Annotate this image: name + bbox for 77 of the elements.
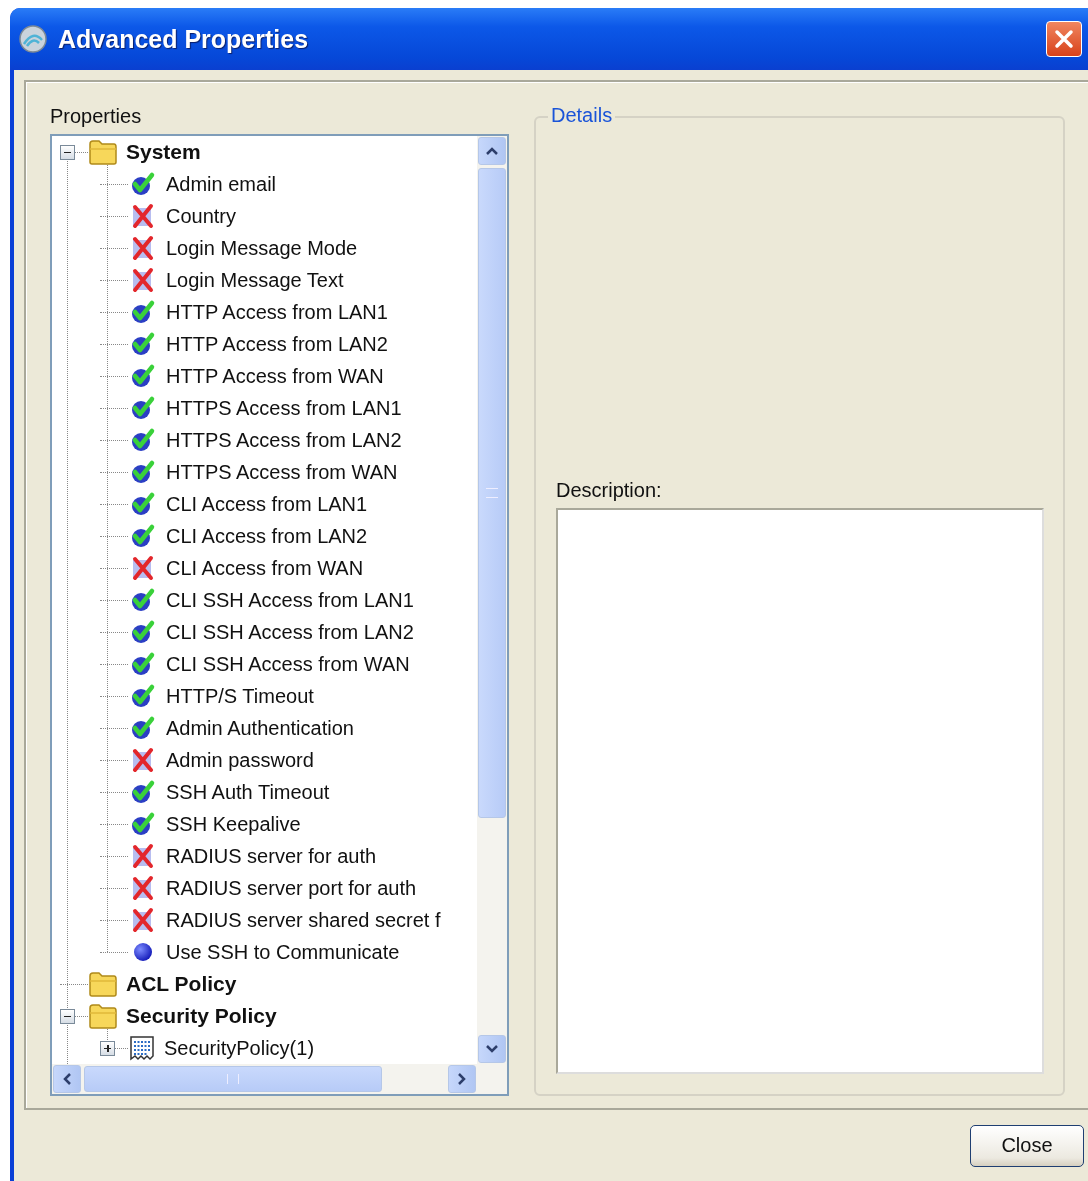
tree-item[interactable]: CLI SSH Access from WAN [166, 652, 410, 676]
description-field[interactable] [556, 508, 1044, 1074]
tree-item[interactable]: CLI Access from LAN2 [166, 524, 368, 548]
folder-icon [88, 971, 118, 997]
window-title: Advanced Properties [58, 24, 310, 54]
description-label: Description: [556, 478, 663, 503]
check-icon [130, 651, 156, 677]
cross-icon [130, 747, 156, 773]
app-logo-icon [18, 24, 48, 54]
tree-item[interactable]: Admin Authentication [166, 716, 354, 740]
check-icon [130, 779, 156, 805]
cross-icon [130, 267, 156, 293]
scroll-up-button[interactable] [478, 137, 506, 165]
tree-item[interactable]: HTTPS Access from LAN2 [166, 428, 402, 452]
cross-icon [130, 203, 156, 229]
tree-item[interactable]: SSH Keepalive [166, 812, 301, 836]
check-icon [130, 619, 156, 645]
tree-item[interactable]: CLI Access from WAN [166, 556, 364, 580]
check-icon [130, 331, 156, 357]
expand-toggle[interactable] [100, 1040, 115, 1056]
check-icon [130, 171, 156, 197]
tree-item[interactable]: SSH Auth Timeout [166, 780, 330, 804]
tree-item[interactable]: HTTP Access from LAN2 [166, 332, 388, 356]
tree-item[interactable]: RADIUS server port for auth [166, 876, 417, 900]
tree-item[interactable]: Use SSH to Communicate [166, 940, 400, 964]
caret-up-icon [484, 145, 500, 157]
check-icon [130, 459, 156, 485]
tree-item[interactable]: SecurityPolicy(1) [164, 1036, 315, 1060]
check-icon [130, 811, 156, 837]
check-icon [130, 523, 156, 549]
vertical-scrollbar[interactable] [477, 136, 507, 1064]
tree-item[interactable]: RADIUS server shared secret f [166, 908, 441, 932]
close-button[interactable]: Close [970, 1124, 1084, 1167]
cross-icon [130, 843, 156, 869]
collapse-toggle[interactable] [60, 144, 75, 160]
folder-label[interactable]: Security Policy [126, 1004, 277, 1028]
list-icon [128, 1035, 156, 1061]
tree-item[interactable]: Login Message Mode [166, 236, 358, 260]
folder-label[interactable]: ACL Policy [126, 972, 237, 996]
tree-item[interactable]: Login Message Text [166, 268, 344, 292]
check-icon [130, 395, 156, 421]
horizontal-scrollbar[interactable] [52, 1064, 507, 1094]
cross-icon [130, 235, 156, 261]
collapse-toggle[interactable] [60, 1008, 75, 1024]
caret-left-icon [61, 1071, 73, 1087]
tree-item[interactable]: CLI SSH Access from LAN1 [166, 588, 414, 612]
check-icon [130, 587, 156, 613]
folder-icon [88, 139, 118, 165]
check-icon [130, 715, 156, 741]
caret-right-icon [456, 1071, 468, 1087]
check-icon [130, 299, 156, 325]
properties-label: Properties [50, 104, 143, 129]
cross-icon [130, 555, 156, 581]
scroll-right-button[interactable] [448, 1065, 476, 1093]
tree-item[interactable]: CLI Access from LAN1 [166, 492, 368, 516]
tree-item[interactable]: Admin password [166, 748, 314, 772]
folder-label[interactable]: System [126, 140, 201, 164]
tree-item[interactable]: HTTP Access from WAN [166, 364, 384, 388]
tree-item[interactable]: HTTP/S Timeout [166, 684, 314, 708]
check-icon [130, 427, 156, 453]
scroll-down-button[interactable] [478, 1035, 506, 1063]
folder-icon [88, 1003, 118, 1029]
tree-item[interactable]: HTTPS Access from WAN [166, 460, 398, 484]
tree-item[interactable]: HTTPS Access from LAN1 [166, 396, 402, 420]
check-icon [130, 363, 156, 389]
tree-item[interactable]: HTTP Access from LAN1 [166, 300, 388, 324]
caret-down-icon [484, 1043, 500, 1055]
cross-icon [130, 875, 156, 901]
close-icon[interactable] [1046, 21, 1082, 57]
tree-item[interactable]: Admin email [166, 172, 277, 196]
scroll-left-button[interactable] [53, 1065, 81, 1093]
tree-item[interactable]: CLI SSH Access from LAN2 [166, 620, 414, 644]
check-icon [130, 683, 156, 709]
tree-item[interactable]: Country [166, 204, 237, 228]
tree-item[interactable]: RADIUS server for auth [166, 844, 377, 868]
cross-icon [130, 907, 156, 933]
check-icon [130, 491, 156, 517]
